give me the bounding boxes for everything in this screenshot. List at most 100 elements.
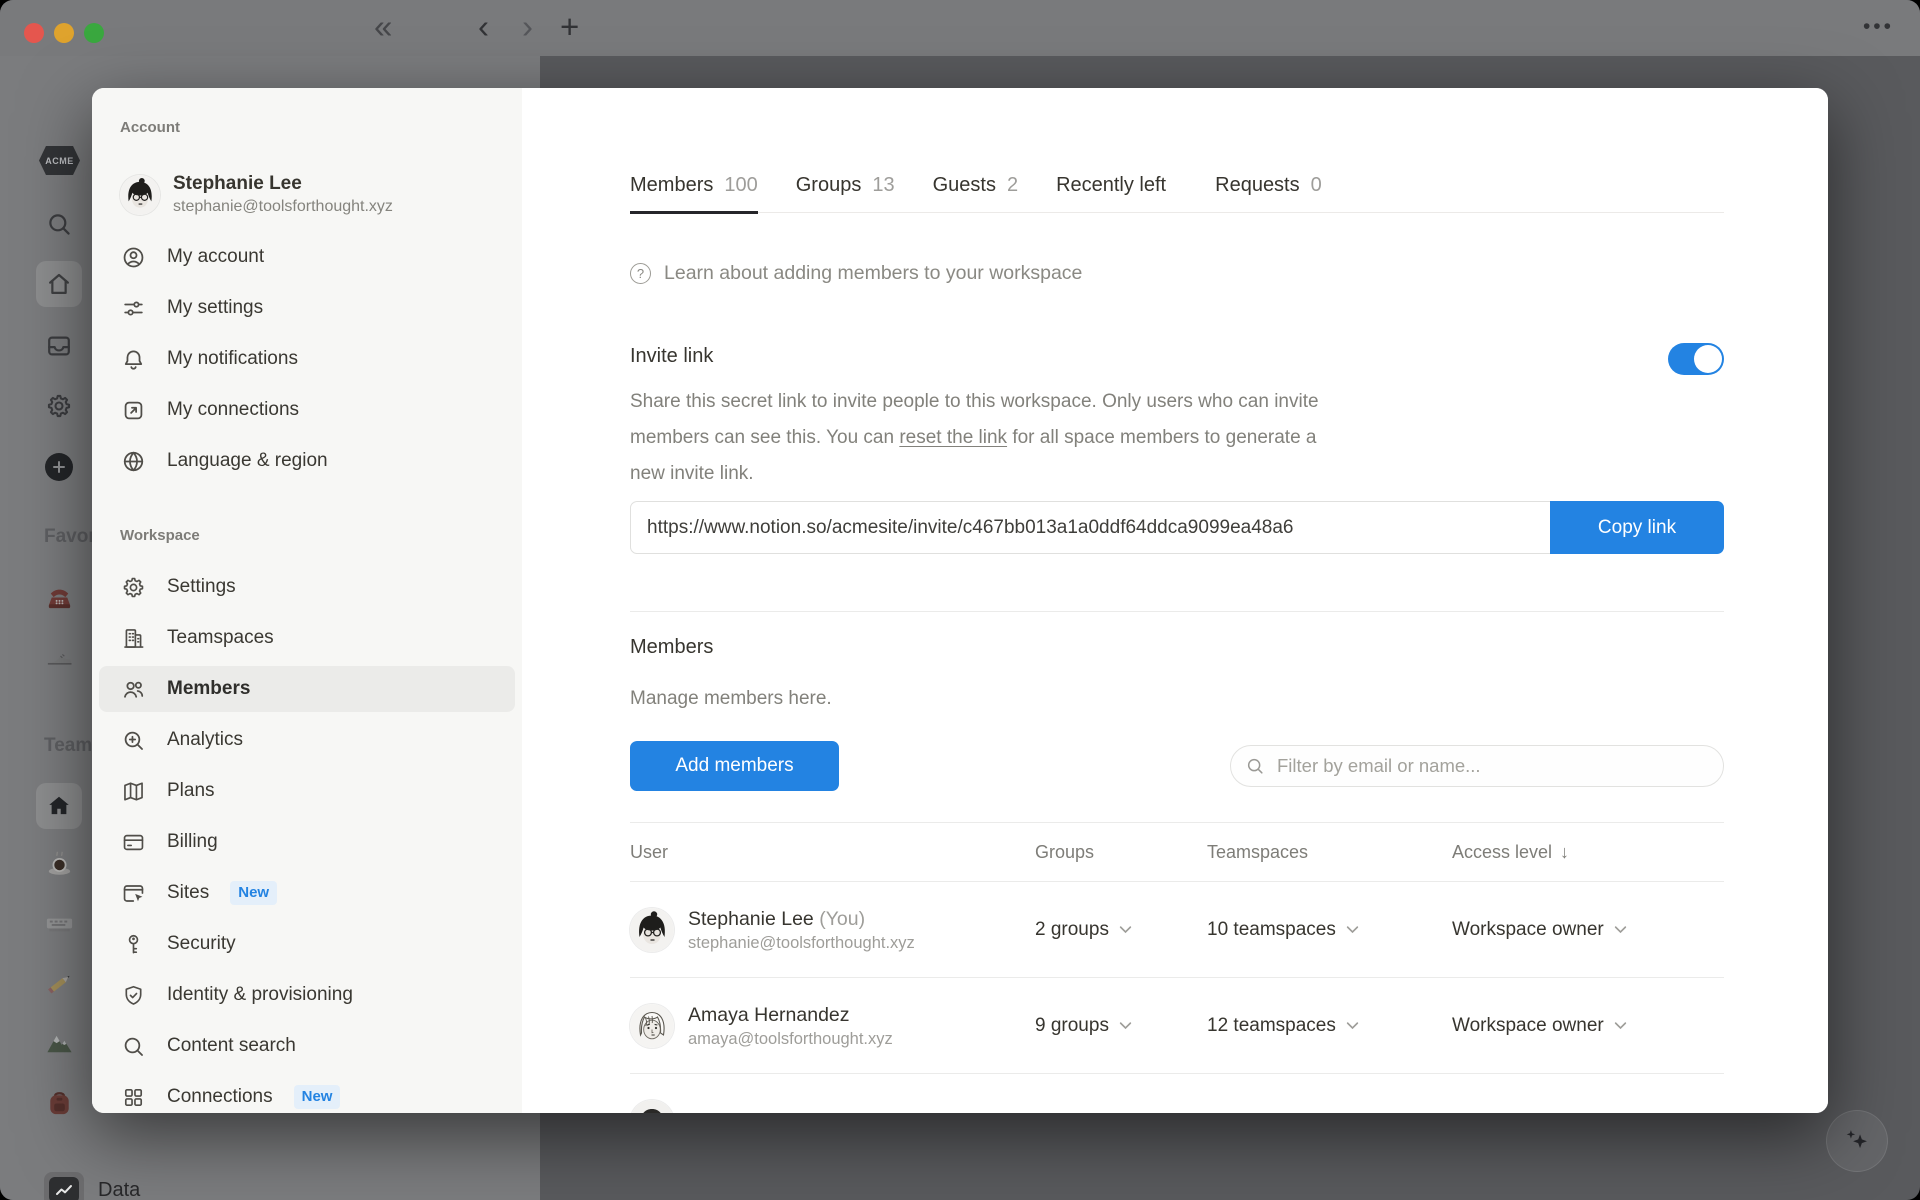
access-level-dropdown[interactable]: Workspace owner	[1452, 919, 1627, 941]
chevron-down-icon	[1614, 926, 1626, 934]
reset-link[interactable]: reset the link	[899, 427, 1007, 448]
tab-members[interactable]: Members 100	[630, 174, 758, 214]
sidebar-item-teamspaces[interactable]: Teamspaces	[99, 615, 515, 661]
sidebar-item-analytics[interactable]: Analytics	[99, 717, 515, 763]
column-user: User	[630, 841, 669, 862]
avatar	[630, 1003, 674, 1048]
browser-cursor-icon	[123, 884, 144, 902]
sidebar-item-identity-provisioning[interactable]: Identity & provisioning	[99, 972, 515, 1018]
add-members-button[interactable]: Add members	[630, 741, 839, 791]
sidebar-item-billing[interactable]: Billing	[99, 819, 515, 865]
groups-dropdown[interactable]: 9 groups	[1035, 1015, 1132, 1037]
member-filter	[1230, 745, 1724, 787]
section-divider	[630, 611, 1724, 612]
help-link[interactable]: ? Learn about adding members to your wor…	[630, 262, 1724, 285]
forward-icon[interactable]: ›	[522, 0, 533, 56]
sidebar-item-settings[interactable]: Settings	[99, 564, 515, 610]
new-badge: New	[293, 1085, 341, 1109]
sidebar-item-security[interactable]: Security	[99, 921, 515, 967]
sneaker-emoji[interactable]	[44, 642, 75, 673]
column-groups: Groups	[1035, 841, 1095, 862]
back-icon[interactable]: ‹	[478, 0, 489, 56]
new-tab-icon[interactable]: +	[560, 0, 579, 56]
tab-groups[interactable]: Groups 13	[796, 174, 895, 214]
minimize-window-button[interactable]	[54, 23, 74, 43]
person-circle-icon	[123, 247, 144, 267]
members-tabs: Members 100 Groups 13 Guests 2 Recently lef…	[630, 174, 1724, 214]
sidebar-item-label: My account	[167, 246, 265, 267]
tab-count: 0	[1310, 174, 1322, 196]
zoom-window-button[interactable]	[84, 23, 104, 43]
sidebar-item-language-region[interactable]: Language & region	[99, 438, 515, 484]
filter-input[interactable]	[1230, 745, 1724, 787]
sidebar-item-sites[interactable]: Sites New	[99, 870, 515, 916]
invite-url-input[interactable]	[630, 501, 1550, 554]
sidebar-item-label: Content search	[167, 1035, 296, 1056]
invite-link-toggle[interactable]	[1668, 343, 1724, 375]
sort-descending-icon: ↓	[1560, 841, 1570, 862]
window-titlebar: « ‹ › + •••	[0, 0, 1920, 56]
copy-link-button[interactable]: Copy link	[1550, 501, 1724, 554]
workspace-section-label: Workspace	[120, 527, 200, 544]
groups-dropdown[interactable]: 2 groups	[1035, 919, 1132, 941]
teamspaces-dropdown[interactable]: 10 teamspaces	[1207, 919, 1359, 941]
teamspaces-dropdown[interactable]: 12 teamspaces	[1207, 1015, 1359, 1037]
members-section-subtitle: Manage members here.	[630, 688, 832, 709]
account-section-label: Account	[120, 119, 180, 136]
sidebar-item-label: Plans	[167, 780, 215, 801]
search-icon[interactable]	[45, 210, 73, 238]
invite-link-section: Invite link Share this secret link to in…	[630, 343, 1724, 554]
sidebar-item-plans[interactable]: Plans	[99, 768, 515, 814]
sidebar-item-content-search[interactable]: Content search	[99, 1023, 515, 1069]
sidebar-item-my-notifications[interactable]: My notifications	[99, 336, 515, 382]
teamspace-home-icon[interactable]	[36, 783, 82, 829]
pencil-emoji[interactable]	[44, 968, 75, 999]
new-badge: New	[230, 881, 278, 905]
account-profile-card[interactable]: Stephanie Lee stephanie@toolsforthought.…	[120, 168, 393, 222]
member-email: amaya@toolsforthought.xyz	[688, 1029, 893, 1048]
inbox-icon[interactable]	[45, 332, 73, 360]
sidebar-item-connections[interactable]: Connections New	[99, 1074, 515, 1113]
sidebar-item-my-connections[interactable]: My connections	[99, 387, 515, 433]
coffee-emoji[interactable]	[44, 849, 75, 880]
sidebar-item-label: My connections	[167, 399, 300, 420]
sidebar-item-my-account[interactable]: My account	[99, 234, 515, 280]
sidebar-collapse-icon[interactable]: «	[374, 0, 392, 56]
member-name: Amaya Hernandez	[688, 1003, 850, 1026]
avatar	[630, 907, 674, 952]
member-row: Amaya Hernandez amaya@toolsforthought.xy…	[630, 978, 1724, 1074]
building-icon	[124, 628, 144, 648]
settings-sidebar: Account Stephanie Lee stephanie@toolsfor…	[92, 88, 522, 1113]
close-window-button[interactable]	[24, 23, 44, 43]
keyboard-emoji[interactable]	[44, 908, 75, 939]
access-level-dropdown[interactable]: Workspace owner	[1452, 1015, 1627, 1037]
sidebar-item-members[interactable]: Members	[99, 666, 515, 712]
column-access-level[interactable]: Access level ↓	[1452, 842, 1724, 863]
member-name: Stephanie Lee (You)	[688, 907, 866, 930]
sidebar-item-data[interactable]: Data	[44, 1172, 140, 1200]
sliders-icon	[124, 300, 143, 316]
workspace-logo[interactable]: ACME	[39, 146, 80, 175]
new-page-plus-icon[interactable]	[45, 453, 73, 481]
invite-link-title: Invite link	[630, 345, 714, 367]
ai-sparkle-button[interactable]	[1826, 1110, 1888, 1172]
chevron-down-icon	[1346, 926, 1359, 934]
sidebar-item-label: Connections	[167, 1086, 273, 1107]
tab-recently-left[interactable]: Recently left	[1056, 174, 1177, 214]
sidebar-item-my-settings[interactable]: My settings	[99, 285, 515, 331]
bell-icon	[124, 349, 143, 370]
tab-guests[interactable]: Guests 2	[933, 174, 1018, 214]
settings-gear-icon[interactable]	[45, 392, 73, 420]
chevron-down-icon	[1614, 1022, 1626, 1030]
sidebar-item-label: Sites	[167, 882, 210, 903]
phone-emoji[interactable]	[44, 582, 75, 613]
help-icon: ?	[630, 263, 651, 284]
home-icon[interactable]	[36, 261, 82, 307]
sidebar-item-label: Analytics	[167, 729, 244, 750]
member-email: stephanie@toolsforthought.xyz	[688, 933, 915, 952]
grid-icon	[124, 1088, 143, 1106]
backpack-emoji[interactable]	[44, 1088, 75, 1119]
more-menu-icon[interactable]: •••	[1863, 0, 1894, 56]
mountain-emoji[interactable]	[44, 1028, 75, 1059]
tab-requests[interactable]: Requests 0	[1215, 174, 1322, 214]
